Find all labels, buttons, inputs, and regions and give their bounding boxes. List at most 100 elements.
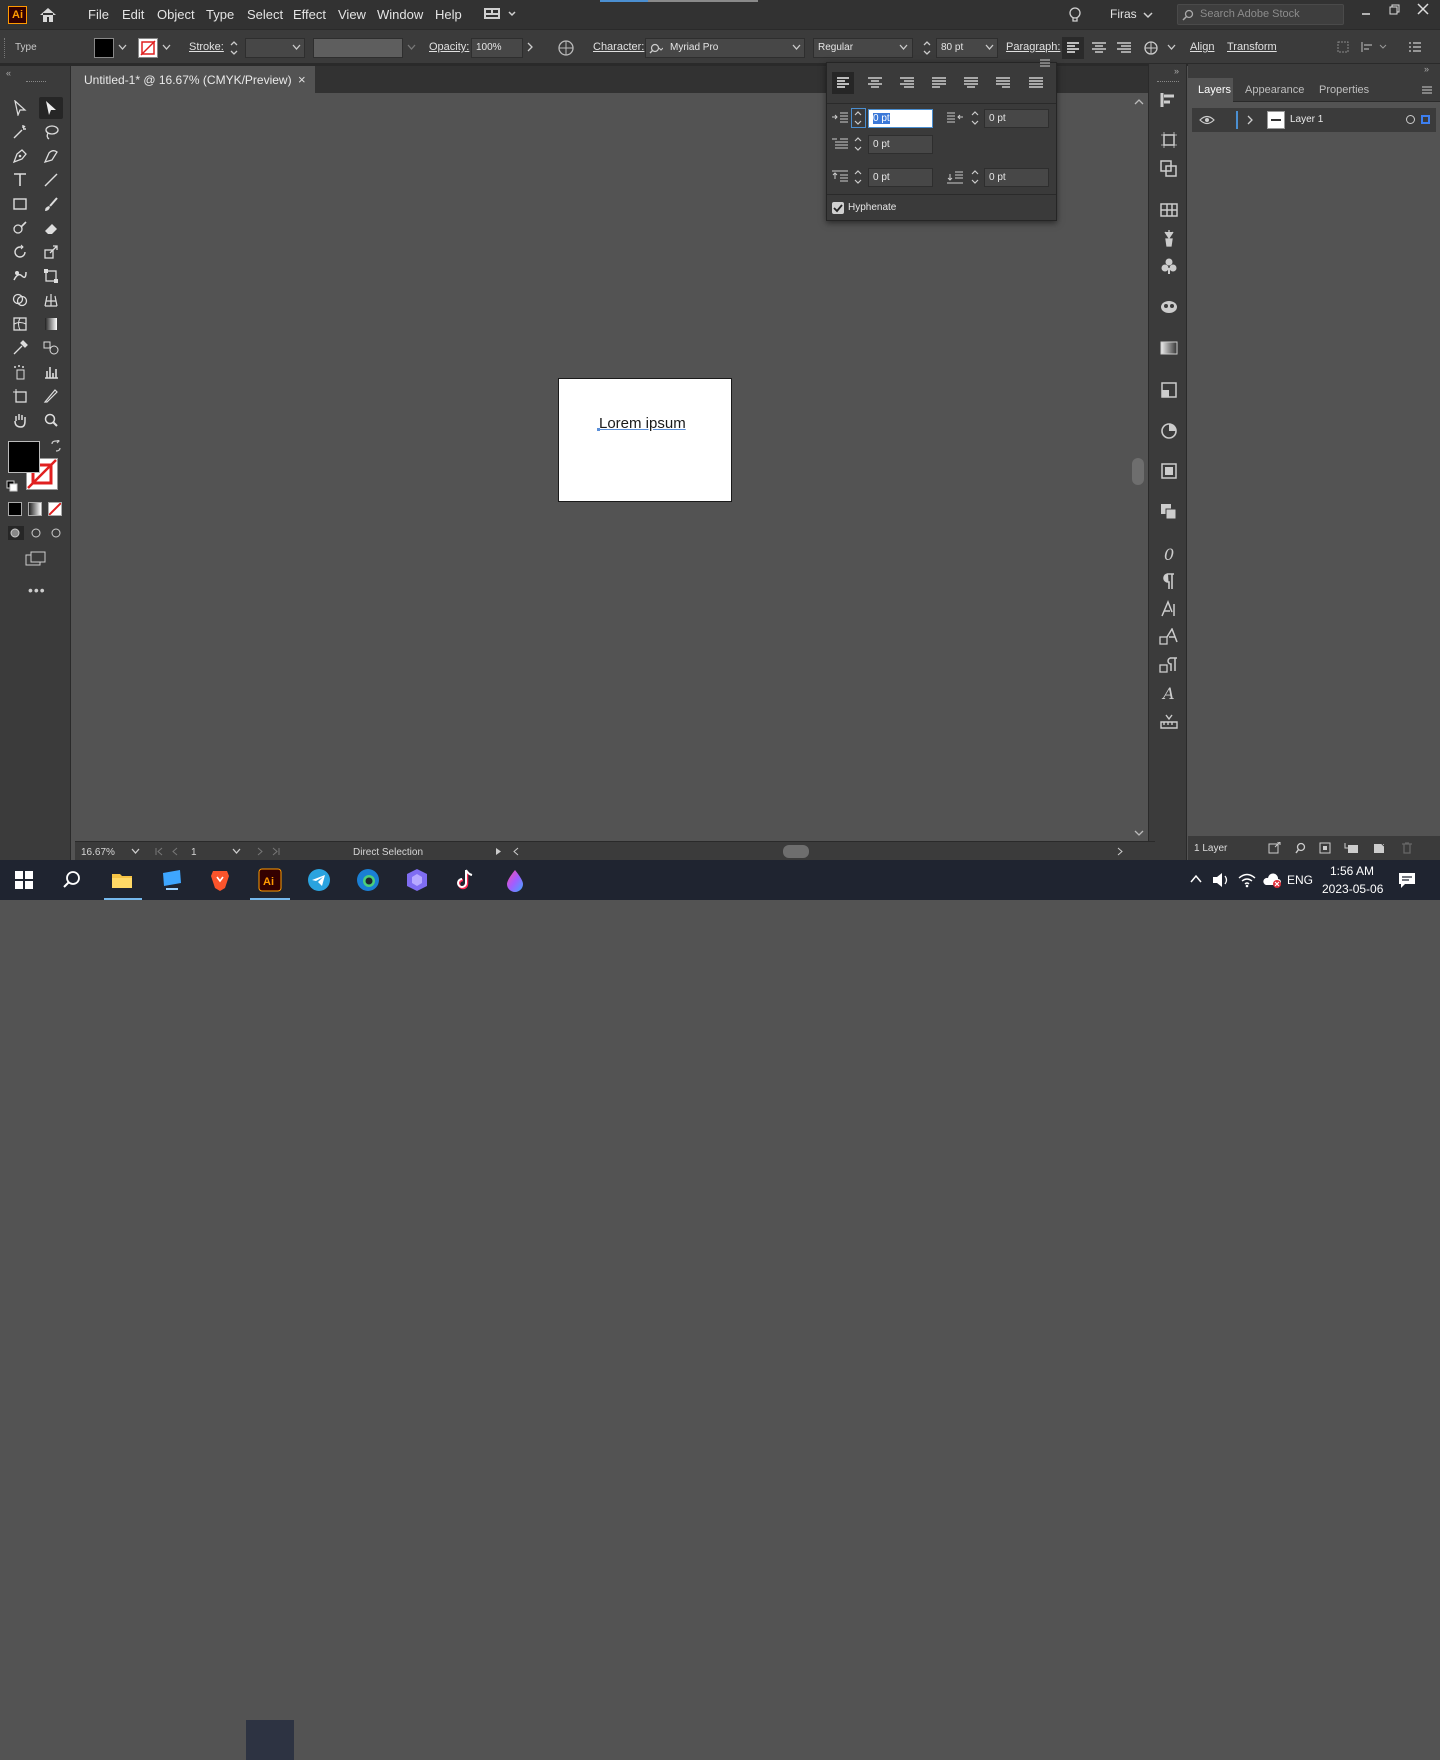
hyphenate-checkbox[interactable] bbox=[832, 202, 844, 214]
opacity-label[interactable]: Opacity: bbox=[429, 41, 469, 53]
tab-properties[interactable]: Properties bbox=[1319, 84, 1369, 96]
close-window-icon[interactable] bbox=[1417, 3, 1429, 15]
artboard-chevron-icon[interactable] bbox=[232, 848, 241, 855]
stroke-weight-chevron-icon[interactable] bbox=[292, 44, 301, 51]
fill-chevron-icon[interactable] bbox=[118, 44, 127, 51]
magic-wand-tool-icon[interactable] bbox=[8, 121, 32, 143]
menu-effect[interactable]: Effect bbox=[293, 7, 326, 22]
last-artboard-icon[interactable] bbox=[255, 847, 285, 856]
visibility-eye-icon[interactable] bbox=[1199, 115, 1215, 125]
desktop-app-icon[interactable] bbox=[160, 868, 184, 892]
layer-target-icon[interactable] bbox=[1406, 115, 1415, 124]
font-size-chevron-icon[interactable] bbox=[985, 44, 994, 51]
stroke-label[interactable]: Stroke: bbox=[189, 41, 224, 53]
collect-export-icon[interactable] bbox=[1268, 842, 1282, 854]
opacity-field[interactable]: 100% bbox=[471, 38, 523, 58]
variable-width-profile[interactable] bbox=[313, 38, 403, 58]
lasso-tool-icon[interactable] bbox=[39, 121, 63, 143]
blend-tool-icon[interactable] bbox=[39, 337, 63, 359]
user-chevron-icon[interactable] bbox=[1143, 11, 1153, 19]
artboard-text[interactable]: Lorem ipsum bbox=[599, 415, 686, 432]
search-input[interactable]: Search Adobe Stock bbox=[1177, 4, 1344, 25]
locate-object-icon[interactable] bbox=[1294, 842, 1308, 854]
default-colors-icon[interactable] bbox=[6, 480, 18, 492]
tabs-panel-icon[interactable] bbox=[1159, 711, 1179, 731]
fill-swatch[interactable] bbox=[94, 38, 114, 58]
make-clipping-mask-icon[interactable] bbox=[1319, 842, 1333, 854]
artboard[interactable]: Lorem ipsum bbox=[558, 378, 732, 502]
artboards-panel-icon[interactable] bbox=[1159, 461, 1179, 481]
line-segment-tool-icon[interactable] bbox=[39, 169, 63, 191]
align-right-button[interactable] bbox=[1113, 37, 1135, 59]
scroll-right-icon[interactable] bbox=[1117, 847, 1124, 856]
layers-panel-icon[interactable] bbox=[1159, 502, 1179, 522]
transform-panel-icon[interactable] bbox=[1159, 130, 1179, 150]
tab-layers[interactable]: Layers bbox=[1188, 78, 1233, 102]
vertical-scrollbar[interactable] bbox=[1130, 93, 1147, 841]
color-mode-icon[interactable] bbox=[8, 502, 22, 516]
clock-date[interactable]: 2023-05-06 bbox=[1322, 882, 1383, 896]
tab-appearance[interactable]: Appearance bbox=[1245, 84, 1304, 96]
first-artboard-icon[interactable] bbox=[155, 847, 185, 856]
home-icon[interactable] bbox=[38, 6, 58, 24]
shape-builder-tool-icon[interactable] bbox=[8, 289, 32, 311]
paragraph-styles-panel-icon[interactable] bbox=[1159, 655, 1179, 675]
rectangle-tool-icon[interactable] bbox=[8, 193, 32, 215]
scroll-down-icon[interactable] bbox=[1134, 829, 1144, 837]
menu-view[interactable]: View bbox=[338, 7, 366, 22]
paragraph-panel-menu-icon[interactable] bbox=[1039, 57, 1051, 69]
type-tool-icon[interactable] bbox=[8, 169, 32, 191]
transform-link[interactable]: Transform bbox=[1227, 41, 1277, 53]
perspective-grid-tool-icon[interactable] bbox=[39, 289, 63, 311]
font-family-chevron-icon[interactable] bbox=[792, 44, 801, 51]
onedrive-icon[interactable] bbox=[1262, 872, 1282, 888]
stroke-stepper-icon[interactable] bbox=[229, 39, 239, 57]
first-line-indent-field[interactable]: 0 pt bbox=[868, 135, 933, 154]
stroke-chevron-icon[interactable] bbox=[162, 44, 171, 51]
right-indent-stepper-icon[interactable] bbox=[969, 109, 981, 127]
clock-time[interactable]: 1:56 AM bbox=[1330, 864, 1374, 878]
drop-app-icon[interactable] bbox=[503, 868, 527, 892]
brave-browser-icon[interactable] bbox=[208, 868, 232, 892]
rotate-tool-icon[interactable] bbox=[8, 241, 32, 263]
swap-colors-icon[interactable] bbox=[50, 440, 62, 452]
language-indicator[interactable]: ENG bbox=[1287, 873, 1313, 887]
font-style-field[interactable]: Regular bbox=[813, 38, 913, 58]
document-tab[interactable]: Untitled-1* @ 16.67% (CMYK/Preview) bbox=[75, 66, 315, 93]
mesh-tool-icon[interactable] bbox=[8, 313, 32, 335]
menu-type[interactable]: Type bbox=[206, 7, 234, 22]
left-indent-stepper-icon[interactable] bbox=[851, 108, 866, 128]
opentype-panel-icon[interactable]: A bbox=[1159, 683, 1179, 703]
profile-chevron-icon[interactable] bbox=[407, 44, 416, 51]
color-guide-panel-icon[interactable] bbox=[1159, 421, 1179, 441]
control-menu-icon[interactable] bbox=[1408, 40, 1422, 54]
scroll-left-icon[interactable] bbox=[512, 847, 519, 856]
layer-selection-indicator[interactable] bbox=[1421, 115, 1430, 124]
character-panel-icon[interactable] bbox=[1159, 599, 1179, 619]
curvature-tool-icon[interactable] bbox=[39, 145, 63, 167]
collapse-panel-icon[interactable]: » bbox=[1424, 64, 1429, 74]
selection-tool-icon[interactable] bbox=[8, 97, 32, 119]
hand-tool-icon[interactable] bbox=[8, 409, 32, 431]
zoom-tool-icon[interactable] bbox=[39, 409, 63, 431]
screen-mode-icon[interactable] bbox=[25, 551, 47, 567]
artboard-number[interactable]: 1 bbox=[191, 847, 197, 858]
restore-icon[interactable] bbox=[1389, 4, 1401, 16]
new-layer-icon[interactable] bbox=[1372, 842, 1386, 854]
graphic-styles-panel-icon[interactable] bbox=[1159, 297, 1179, 317]
gradient-panel-icon[interactable] bbox=[1159, 338, 1179, 358]
eraser-tool-icon[interactable] bbox=[39, 217, 63, 239]
justify-last-left-button[interactable] bbox=[928, 72, 950, 94]
collapse-toolbar-icon[interactable]: « bbox=[6, 68, 11, 78]
swatches-panel-icon[interactable] bbox=[1159, 200, 1179, 220]
vertical-scroll-thumb[interactable] bbox=[1132, 458, 1144, 485]
wifi-icon[interactable] bbox=[1238, 872, 1256, 888]
space-after-field[interactable]: 0 pt bbox=[984, 168, 1049, 187]
fill-color-swatch[interactable] bbox=[8, 441, 40, 473]
edit-toolbar-icon[interactable]: ••• bbox=[28, 582, 46, 598]
menu-file[interactable]: File bbox=[88, 7, 109, 22]
brushes-panel-icon[interactable] bbox=[1159, 228, 1179, 248]
left-indent-field[interactable]: 0 pt bbox=[868, 109, 933, 128]
pathfinder-panel-icon[interactable] bbox=[1159, 159, 1179, 179]
align-left-button[interactable] bbox=[1062, 37, 1084, 59]
